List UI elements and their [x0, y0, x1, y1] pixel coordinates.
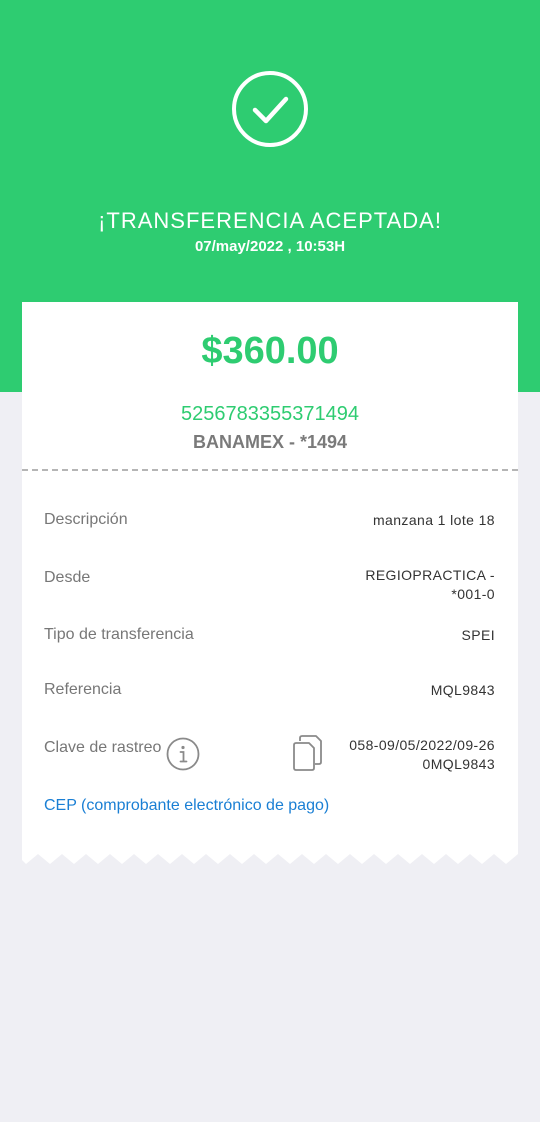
- transfer-datetime: 07/may/2022 , 10:53H: [194, 238, 346, 255]
- tipo-label: Tipo de transferencia: [44, 626, 194, 643]
- clave-value: 058-09/05/2022/09-26 0MQL9843: [295, 736, 495, 774]
- clave-value-line2: 0MQL9843: [422, 756, 495, 772]
- check-circle-icon: [232, 71, 308, 147]
- account-number: 5256783355371494: [181, 403, 359, 425]
- descripcion-label: Descripción: [44, 511, 128, 528]
- clave-value-line1: 058-09/05/2022/09-26: [349, 737, 495, 753]
- receipt-zigzag-edge: [22, 849, 518, 864]
- referencia-label: Referencia: [44, 681, 122, 698]
- desde-label: Desde: [44, 569, 91, 586]
- info-icon[interactable]: [166, 737, 200, 771]
- page-title: ¡TRANSFERENCIA ACEPTADA!: [98, 208, 442, 233]
- cep-link[interactable]: CEP (comprobante electrónico de pago): [44, 797, 329, 815]
- descripcion-value: manzana 1 lote 18: [373, 512, 495, 528]
- bank-name: BANAMEX - *1494: [192, 432, 348, 452]
- desde-value-line1: REGIOPRACTICA -: [365, 567, 495, 583]
- dashed-divider: [22, 469, 518, 471]
- desde-value-line2: *001-0: [451, 586, 495, 602]
- clave-label: Clave de rastreo: [44, 739, 162, 756]
- referencia-value: MQL9843: [430, 682, 495, 698]
- tipo-value: SPEI: [461, 627, 495, 643]
- transfer-amount: $360.00: [201, 330, 339, 372]
- desde-value: REGIOPRACTICA - *001-0: [295, 566, 495, 604]
